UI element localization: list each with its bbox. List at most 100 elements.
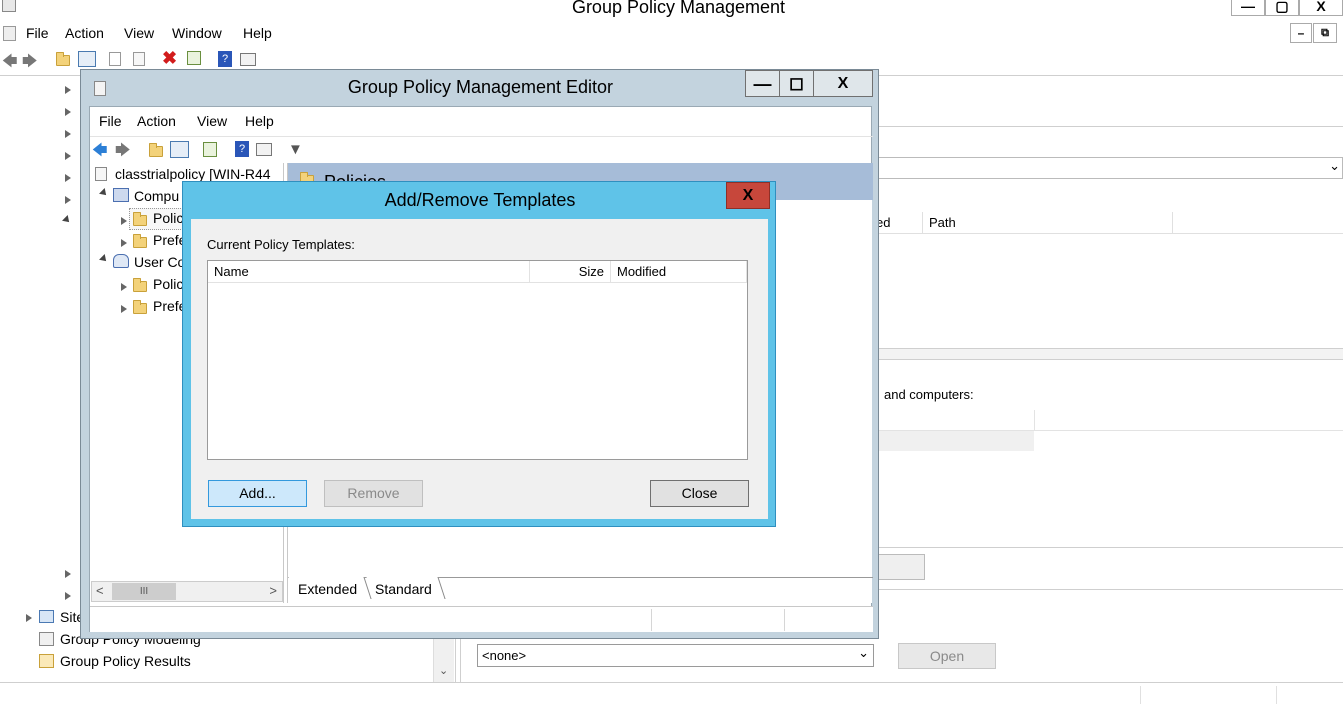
section-divider — [870, 547, 1343, 548]
main-maximize-button[interactable]: ▢ — [1265, 0, 1299, 16]
tree-hscrollbar[interactable]: < III > — [91, 581, 283, 602]
tree-expand-arrow[interactable] — [121, 217, 127, 225]
dialog-client: Current Policy Templates: Name Size Modi… — [191, 219, 768, 519]
editor-menu-view[interactable]: View — [197, 113, 227, 129]
menu-file[interactable]: File — [26, 25, 49, 41]
wmi-select-value: <none> — [482, 648, 527, 663]
back-icon[interactable]: 🡄 — [2, 51, 18, 76]
main-tree-scrollbar[interactable]: ⌄ — [433, 638, 454, 682]
editor-minimize-button[interactable]: — — [745, 70, 780, 97]
tree-expand-arrow[interactable] — [65, 592, 71, 600]
status-divider — [1276, 686, 1277, 704]
tree-item-computer-config[interactable]: Compu — [134, 188, 179, 204]
tree-expand-arrow[interactable] — [121, 283, 127, 291]
column-header-name[interactable]: Name — [208, 261, 530, 283]
properties-icon[interactable] — [256, 143, 272, 156]
column-header-modified[interactable]: Modified — [611, 261, 747, 283]
chevron-down-icon: ⌄ — [858, 645, 869, 660]
editor-status-bar — [90, 606, 873, 632]
column-header-size[interactable]: Size — [530, 261, 611, 283]
tree-root[interactable]: classtrialpolicy [WIN-R44 — [115, 166, 271, 182]
show-hide-tree-icon[interactable] — [170, 141, 189, 158]
main-minimize-button[interactable]: — — [1231, 0, 1265, 16]
menu-action[interactable]: Action — [65, 25, 104, 41]
status-divider — [784, 609, 785, 631]
forward-icon[interactable]: 🡆 — [22, 51, 38, 76]
editor-toolbar: 🡄 🡆 ? ▼ — [90, 136, 873, 160]
tab-standard-label[interactable]: Standard — [375, 581, 432, 597]
menu-view[interactable]: View — [124, 25, 154, 41]
close-button[interactable]: Close — [650, 480, 749, 507]
menu-help[interactable]: Help — [243, 25, 272, 41]
main-menu-bar: File Action View Window Help — [0, 25, 1343, 45]
filter-icon[interactable]: ▼ — [288, 141, 303, 158]
tree-expand-arrow[interactable] — [65, 196, 71, 204]
copy-icon[interactable] — [109, 52, 121, 66]
scroll-right-arrow[interactable]: > — [269, 583, 277, 598]
tree-item-results[interactable]: Group Policy Results — [60, 653, 191, 669]
forward-icon[interactable]: 🡆 — [115, 140, 131, 165]
delete-icon[interactable]: ✖ — [162, 48, 177, 69]
user-config-icon — [113, 254, 129, 268]
back-icon[interactable]: 🡄 — [92, 140, 108, 165]
tree-collapse-arrow[interactable] — [99, 254, 109, 264]
menu-window[interactable]: Window — [172, 25, 222, 41]
tree-expand-arrow[interactable] — [65, 130, 71, 138]
tree-item-user-config[interactable]: User Co — [134, 254, 185, 270]
list-divider — [1034, 410, 1343, 431]
tree-expand-arrow[interactable] — [26, 614, 32, 622]
editor-close-button[interactable]: X — [813, 70, 873, 97]
show-hide-tree-icon[interactable] — [78, 51, 96, 67]
properties-icon[interactable] — [240, 53, 256, 66]
list-row[interactable] — [870, 431, 1034, 451]
help-icon[interactable]: ? — [218, 51, 232, 67]
editor-maximize-button[interactable]: ◻ — [779, 70, 814, 97]
editor-menu-bar: File Action View Help — [90, 113, 873, 133]
folder-icon — [133, 212, 147, 226]
tree-expand-arrow[interactable] — [65, 570, 71, 578]
list-row[interactable] — [870, 410, 1034, 431]
right-dropdown[interactable]: ⌄ — [870, 157, 1343, 179]
tree-collapse-arrow[interactable] — [99, 188, 109, 198]
main-title: Group Policy Management — [571, 0, 786, 17]
main-status-bar — [0, 682, 1343, 705]
refresh-icon[interactable] — [187, 51, 201, 65]
column-header-path[interactable]: Path — [929, 215, 956, 230]
security-filter-list[interactable] — [870, 410, 1343, 452]
templates-list[interactable]: Name Size Modified — [207, 260, 748, 460]
export-list-icon[interactable] — [203, 142, 217, 157]
tree-item-policies-user[interactable]: Polic — [153, 276, 183, 292]
tree-expand-arrow[interactable] — [65, 152, 71, 160]
tree-item-policies-computer[interactable]: Polic — [153, 210, 183, 226]
tree-expand-arrow[interactable] — [65, 108, 71, 116]
tab-extended-label[interactable]: Extended — [298, 581, 357, 597]
add-button[interactable]: Add... — [208, 480, 307, 507]
splitter-bar[interactable] — [870, 348, 1343, 360]
tree-expand-arrow[interactable] — [65, 174, 71, 182]
paste-icon[interactable] — [133, 52, 145, 66]
tree-expand-arrow[interactable] — [65, 86, 71, 94]
editor-menu-action[interactable]: Action — [137, 113, 176, 129]
mdi-restore-button[interactable]: ⧉ — [1313, 23, 1337, 43]
status-divider — [1140, 686, 1141, 704]
scroll-thumb[interactable]: III — [112, 583, 176, 600]
main-close-button[interactable]: X — [1299, 0, 1343, 16]
wmi-filter-select[interactable]: <none> ⌄ — [477, 644, 874, 667]
editor-menu-file[interactable]: File — [99, 113, 122, 129]
header-divider — [1172, 212, 1173, 234]
tree-expand-arrow[interactable] — [121, 305, 127, 313]
scroll-down-arrow[interactable]: ⌄ — [439, 664, 448, 677]
help-icon[interactable]: ? — [235, 141, 249, 157]
remove-button[interactable]: Remove — [324, 480, 423, 507]
up-folder-icon[interactable] — [56, 52, 70, 66]
chevron-down-icon: ⌄ — [1329, 158, 1340, 173]
scroll-left-arrow[interactable]: < — [96, 583, 104, 598]
tree-collapse-arrow[interactable] — [62, 215, 72, 225]
tree-expand-arrow[interactable] — [121, 239, 127, 247]
dialog-close-button[interactable]: X — [726, 182, 770, 209]
open-button[interactable]: Open — [898, 643, 996, 669]
mdi-minimize-button[interactable]: – — [1290, 23, 1312, 43]
editor-menu-help[interactable]: Help — [245, 113, 274, 129]
add-remove-templates-dialog: Add/Remove Templates X Current Policy Te… — [182, 181, 776, 527]
up-folder-icon[interactable] — [149, 143, 163, 157]
